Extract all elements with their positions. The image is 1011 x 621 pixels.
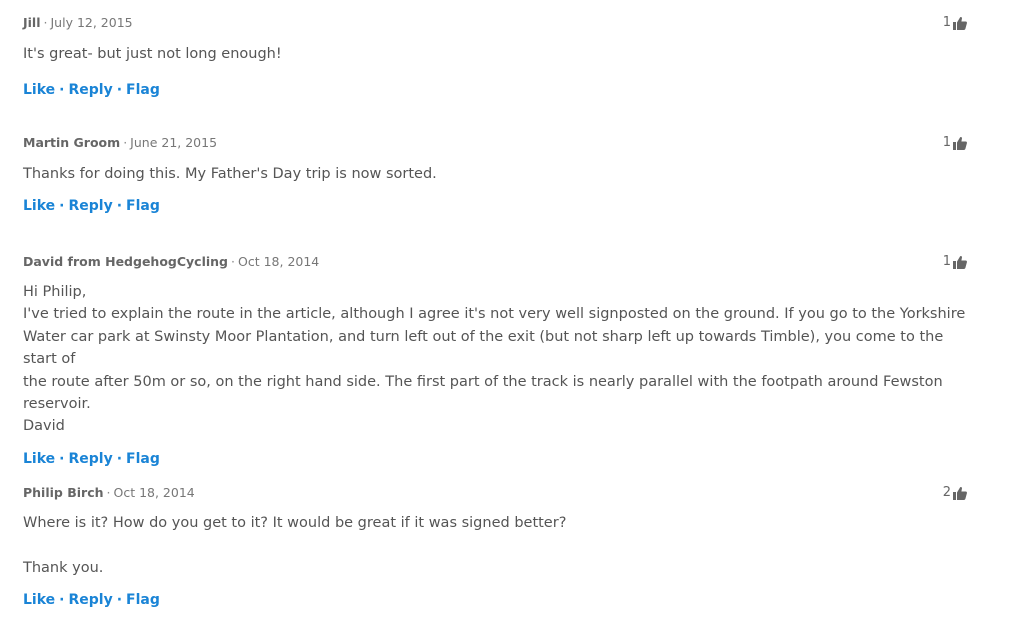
comment-text-line: Water car park at Swinsty Moor Plantatio… [23,328,944,368]
comment-text-line: reservoir. [23,396,91,413]
comment-author[interactable]: Jill [23,15,41,30]
like-count-value: 1 [942,15,951,30]
action-separator: · [116,198,123,215]
thumbs-up-icon [952,485,968,501]
thumbs-up-icon [952,135,968,151]
comment-text-line: Thank you. [23,559,104,576]
like-count[interactable]: 2 [943,485,968,501]
comment-text-line: Where is it? How do you get to it? It wo… [23,515,567,531]
action-separator: · [59,82,65,99]
comment-text-line: Thanks for doing this. My Father's Day t… [23,166,437,182]
like-count[interactable]: 1 [943,254,968,270]
flag-link[interactable]: Flag [126,82,160,98]
action-separator: · [59,198,65,215]
flag-link[interactable]: Flag [126,592,160,608]
comment-text-line: the route after 50m or so, on the right … [23,373,943,390]
comment-author[interactable]: David from HedgehogCycling [23,254,228,269]
comment-actions: Like · Reply · Flag [23,591,968,609]
comment: Jill · July 12, 2015 1 It's great- but jus… [23,15,968,99]
like-link[interactable]: Like [23,592,55,608]
action-separator: · [116,82,123,99]
comment-text-line: Hi Philip, [23,284,87,300]
comment-meta: Martin Groom · June 21, 2015 [23,135,968,151]
flag-link[interactable]: Flag [126,198,160,214]
meta-separator: · [123,135,128,150]
like-count-value: 2 [942,485,951,500]
like-count[interactable]: 1 [943,135,968,151]
comment-author[interactable]: Philip Birch [23,485,104,500]
comment-date: July 12, 2015 [50,15,133,30]
comment-body: Where is it? How do you get to it? It wo… [23,512,968,579]
reply-link[interactable]: Reply [68,592,112,608]
thumbs-up-icon [952,15,968,31]
comment-date: June 21, 2015 [130,135,218,150]
comment-text-line: David [23,418,65,435]
like-count-value: 1 [942,135,951,150]
comment-date: Oct 18, 2014 [113,485,195,500]
comment-body: It's great- but just not long enough! [23,43,968,65]
action-separator: · [116,592,123,609]
like-count-value: 1 [942,254,951,269]
comment-text-line: I've tried to explain the route in the a… [23,306,966,323]
thumbs-up-icon [952,254,968,270]
comment-date: Oct 18, 2014 [238,254,320,269]
flag-link[interactable]: Flag [126,451,160,467]
comment-text-line [23,534,968,556]
comment-body: Thanks for doing this. My Father's Day t… [23,163,968,185]
comment: David from HedgehogCycling · Oct 18, 2014 … [23,254,968,468]
comment-text-line: It's great- but just not long enough! [23,46,282,62]
like-count[interactable]: 1 [943,15,968,31]
comment-author[interactable]: Martin Groom [23,135,120,150]
comment-meta: Philip Birch · Oct 18, 2014 [23,485,968,501]
comment-actions: Like · Reply · Flag [23,450,968,468]
action-separator: · [59,450,65,467]
reply-link[interactable]: Reply [68,82,112,98]
comment-meta: Jill · July 12, 2015 [23,15,968,31]
comment: Philip Birch · Oct 18, 2014 2 Where is it?… [23,485,968,609]
comment-meta: David from HedgehogCycling · Oct 18, 2014 [23,254,968,270]
reply-link[interactable]: Reply [68,451,112,467]
like-link[interactable]: Like [23,198,55,214]
meta-separator: · [231,254,235,269]
comment-body: Hi Philip, I've tried to explain the rou… [23,281,968,438]
like-link[interactable]: Like [23,82,55,98]
action-separator: · [59,592,65,609]
reply-link[interactable]: Reply [68,198,112,214]
comment: Martin Groom · June 21, 2015 1 Thanks for … [23,135,968,215]
like-link[interactable]: Like [23,451,55,467]
meta-separator: · [106,485,111,500]
comment-actions: Like · Reply · Flag [23,197,968,215]
action-separator: · [116,450,123,467]
meta-separator: · [43,15,48,30]
comment-actions: Like · Reply · Flag [23,81,968,99]
